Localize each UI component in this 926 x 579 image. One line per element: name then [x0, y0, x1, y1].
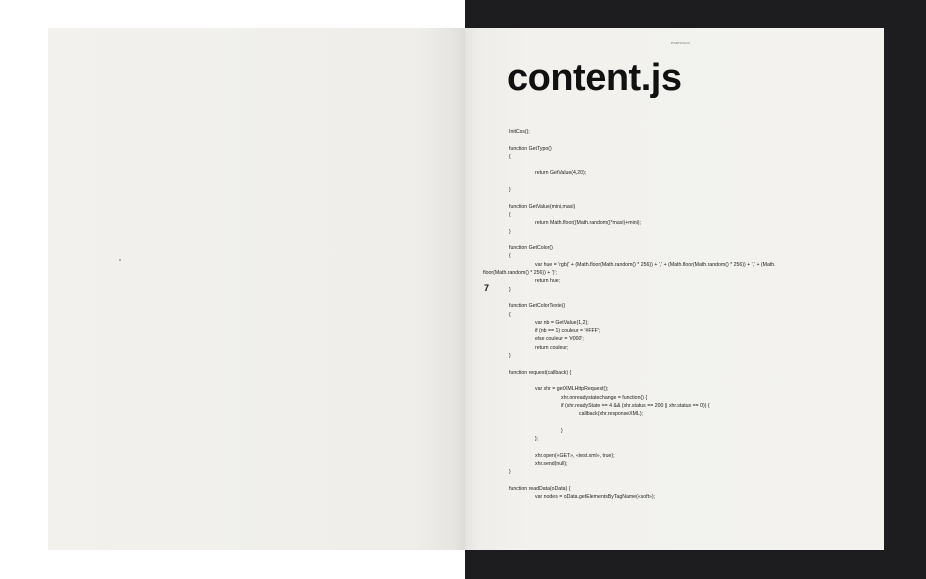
code-line: return Math.floor((Math.random()*maxi)+m…	[535, 220, 641, 227]
code-line: }	[509, 286, 511, 293]
code-line: xhr.open(«GET», «test.xml», true);	[535, 452, 615, 459]
code-line: xhr.onreadystatechange = function() {	[561, 394, 648, 401]
code-line: function GetValue(mini,maxi)	[509, 203, 576, 210]
code-line: function readData(oData) {	[509, 485, 571, 492]
code-line: var xhr = getXMLHttpRequest();	[535, 386, 609, 393]
page-title: content.js	[507, 57, 682, 99]
code-line: var nodes = oData.getElementsByTagName(«…	[535, 494, 656, 501]
code-line: function request(callback) {	[509, 369, 572, 376]
code-line: function GetColor()	[509, 245, 553, 252]
page-number: 7	[484, 283, 490, 293]
code-line: function GetColorTexte()	[509, 303, 566, 310]
code-line: }	[509, 353, 511, 360]
code-block: InitCss(); function GetTypo() { return G…	[483, 128, 879, 501]
code-line: function GetTypo()	[509, 145, 552, 152]
code-line: InitCss();	[509, 129, 530, 135]
code-line: };	[535, 435, 539, 442]
running-header: PORTFOLIO	[671, 41, 691, 45]
code-line: return hue;	[535, 278, 561, 285]
code-line: {	[509, 211, 511, 218]
code-line: }	[509, 228, 511, 235]
code-line: floor(Math.random() * 256)) + ')';	[483, 270, 557, 277]
code-line: }	[509, 187, 511, 194]
code-line: {	[509, 253, 511, 260]
code-line: }	[509, 469, 511, 476]
code-line: else couleur = '#000';	[535, 336, 584, 343]
code-line: if (xhr.readyState == 4 && (xhr.status =…	[561, 402, 710, 409]
code-line: callback(xhr.responseXML);	[579, 411, 644, 418]
code-line: return GetValue(4,20);	[535, 170, 587, 177]
code-line: }	[561, 427, 563, 434]
paper-speck	[119, 259, 121, 261]
code-line: {	[509, 153, 511, 160]
code-line: var hue = 'rgb(' + (Math.floor(Math.rand…	[535, 261, 776, 268]
code-line: {	[509, 311, 511, 318]
left-page	[48, 28, 465, 550]
code-line: var nb = GetValue(1,2);	[535, 319, 589, 326]
code-line: return couleur;	[535, 344, 569, 351]
code-line: xhr.send(null);	[535, 460, 568, 467]
code-line: if (nb == 1) couleur = '#FFF';	[535, 328, 601, 335]
